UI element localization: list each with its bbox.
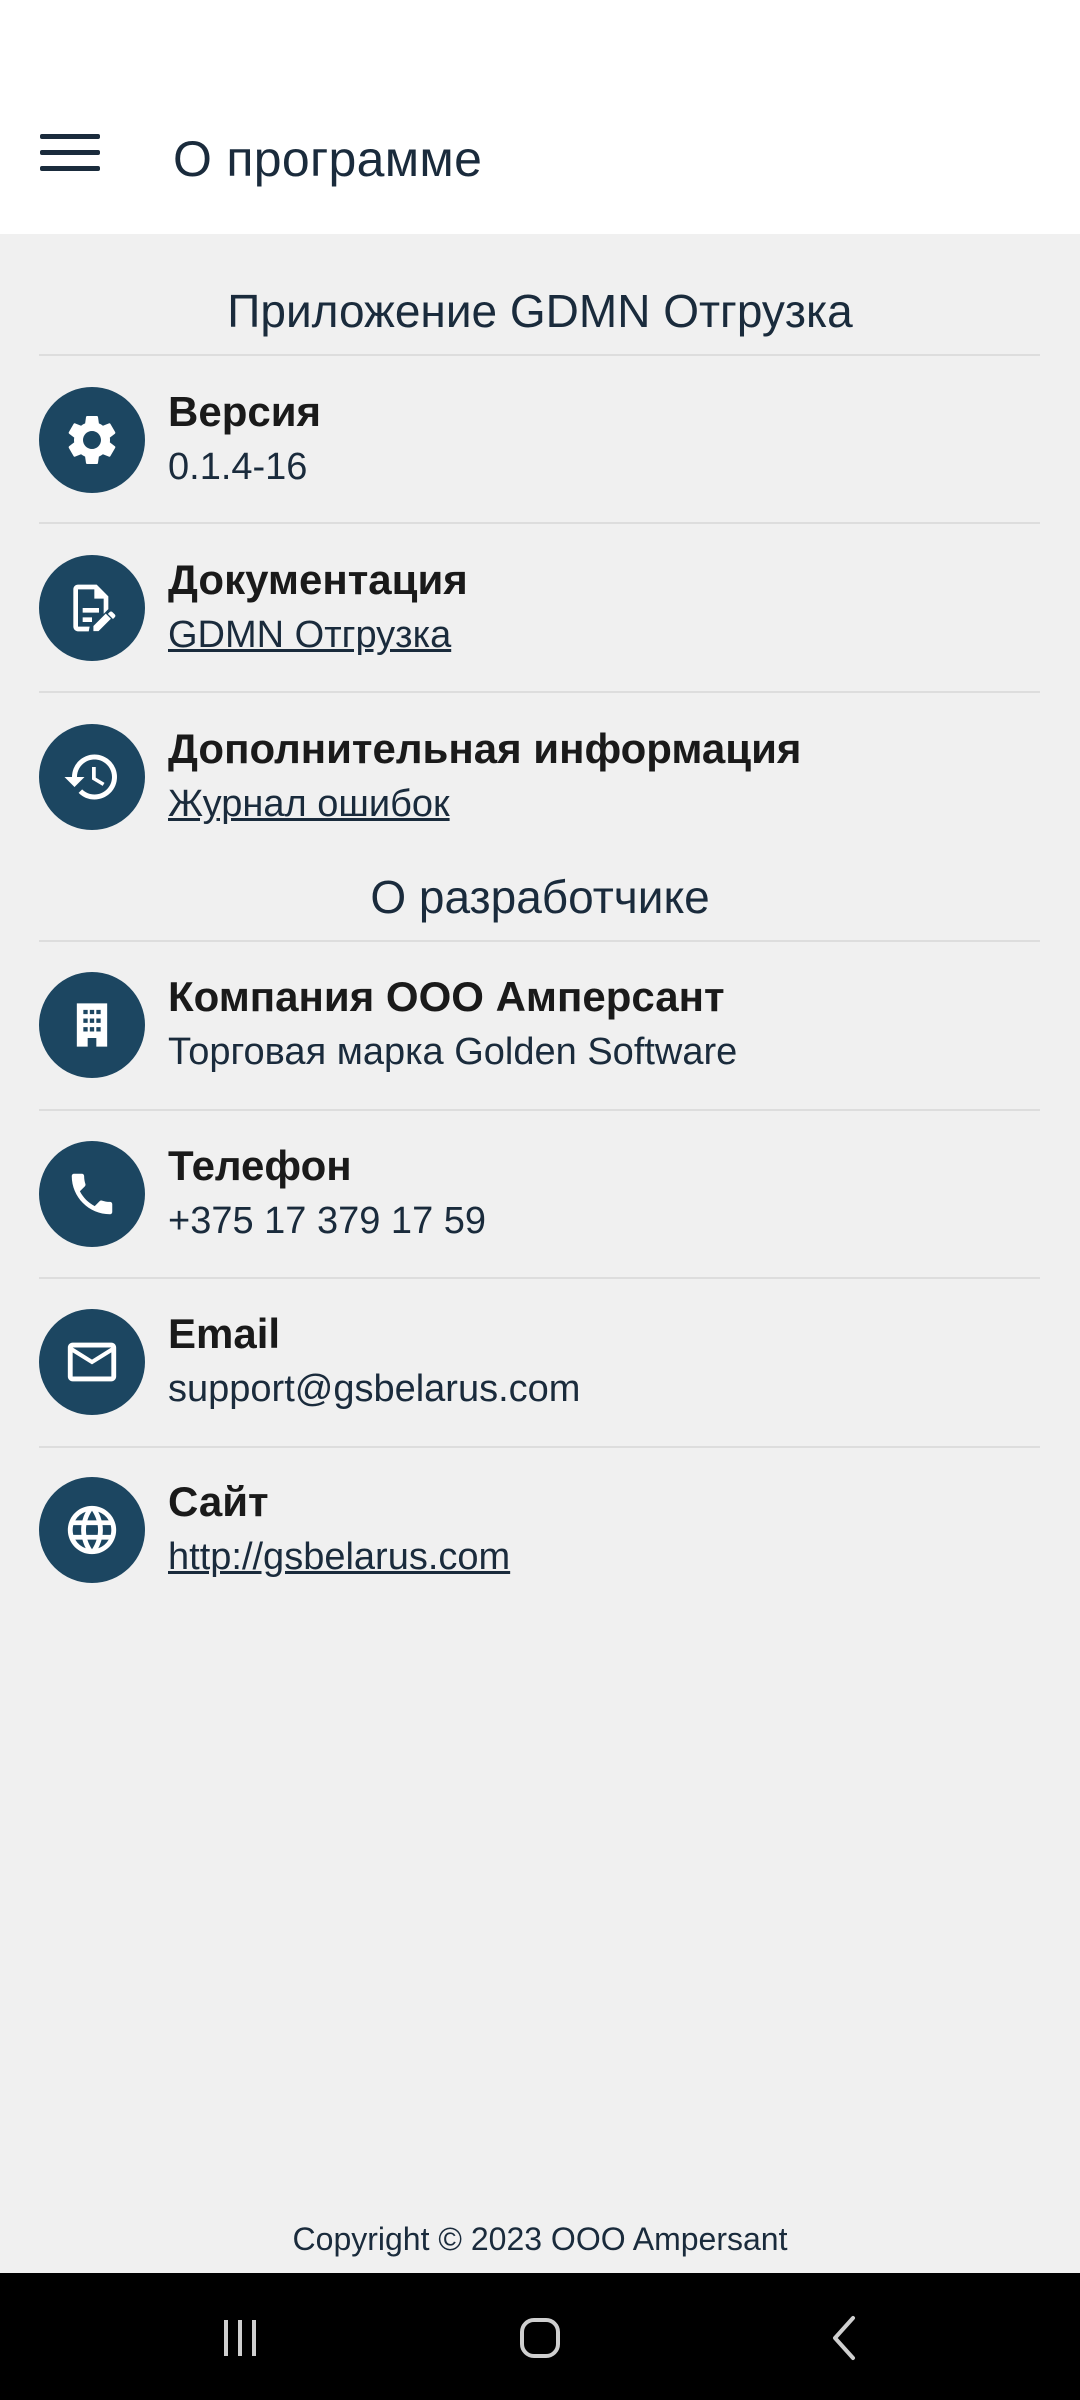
divider — [39, 522, 1040, 524]
divider — [39, 354, 1040, 356]
divider — [39, 1277, 1040, 1279]
phone-title: Телефон — [168, 1142, 352, 1189]
section-header-developer: О разработчике — [370, 871, 710, 923]
phone-item: Телефон +375 17 379 17 59 — [0, 1116, 1080, 1284]
copyright-text: Copyright © 2023 OOO Ampersant — [292, 2221, 788, 2257]
website-item: Сайт http://gsbelarus.com — [0, 1452, 1080, 1620]
divider — [39, 940, 1040, 942]
divider — [39, 691, 1040, 693]
recent-apps-icon[interactable] — [200, 2303, 280, 2373]
status-bar — [0, 0, 1080, 90]
company-title: Компания ООО Амперсант — [168, 973, 725, 1020]
additional-info-item: Дополнительная информация Журнал ошибок — [0, 699, 1080, 867]
system-navigation-bar — [0, 2273, 1080, 2400]
hamburger-menu-icon[interactable] — [20, 116, 120, 188]
section-header-app: Приложение GDMN Отгрузка — [227, 285, 853, 337]
documentation-title: Документация — [168, 556, 468, 603]
version-value: 0.1.4-16 — [168, 446, 308, 488]
company-value: Торговая марка Golden Software — [168, 1031, 738, 1073]
email-title: Email — [168, 1310, 281, 1357]
email-value[interactable]: support@gsbelarus.com — [168, 1368, 580, 1411]
email-icon — [39, 1309, 145, 1415]
website-title: Сайт — [168, 1478, 269, 1525]
documentation-item: Документация GDMN Отгрузка — [0, 530, 1080, 698]
version-title: Версия — [168, 388, 322, 435]
version-item: Версия 0.1.4-16 — [0, 362, 1080, 530]
additional-info-title: Дополнительная информация — [168, 725, 802, 772]
website-link[interactable]: http://gsbelarus.com — [168, 1536, 510, 1579]
home-icon[interactable] — [500, 2303, 580, 2373]
error-log-link[interactable]: Журнал ошибок — [168, 783, 450, 826]
email-item: Email support@gsbelarus.com — [0, 1284, 1080, 1452]
globe-icon — [39, 1477, 145, 1583]
phone-value[interactable]: +375 17 379 17 59 — [168, 1200, 486, 1243]
gear-icon — [39, 387, 145, 493]
page-title: О программе — [173, 131, 483, 187]
company-item: Компания ООО Амперсант Торговая марка Go… — [0, 947, 1080, 1115]
documentation-link[interactable]: GDMN Отгрузка — [168, 614, 451, 657]
history-icon — [39, 724, 145, 830]
document-edit-icon — [39, 555, 145, 661]
building-icon — [39, 972, 145, 1078]
app-bar: О программе — [0, 90, 1080, 234]
divider — [39, 1446, 1040, 1448]
back-icon[interactable] — [805, 2303, 885, 2373]
phone-icon — [39, 1141, 145, 1247]
divider — [39, 1109, 1040, 1111]
